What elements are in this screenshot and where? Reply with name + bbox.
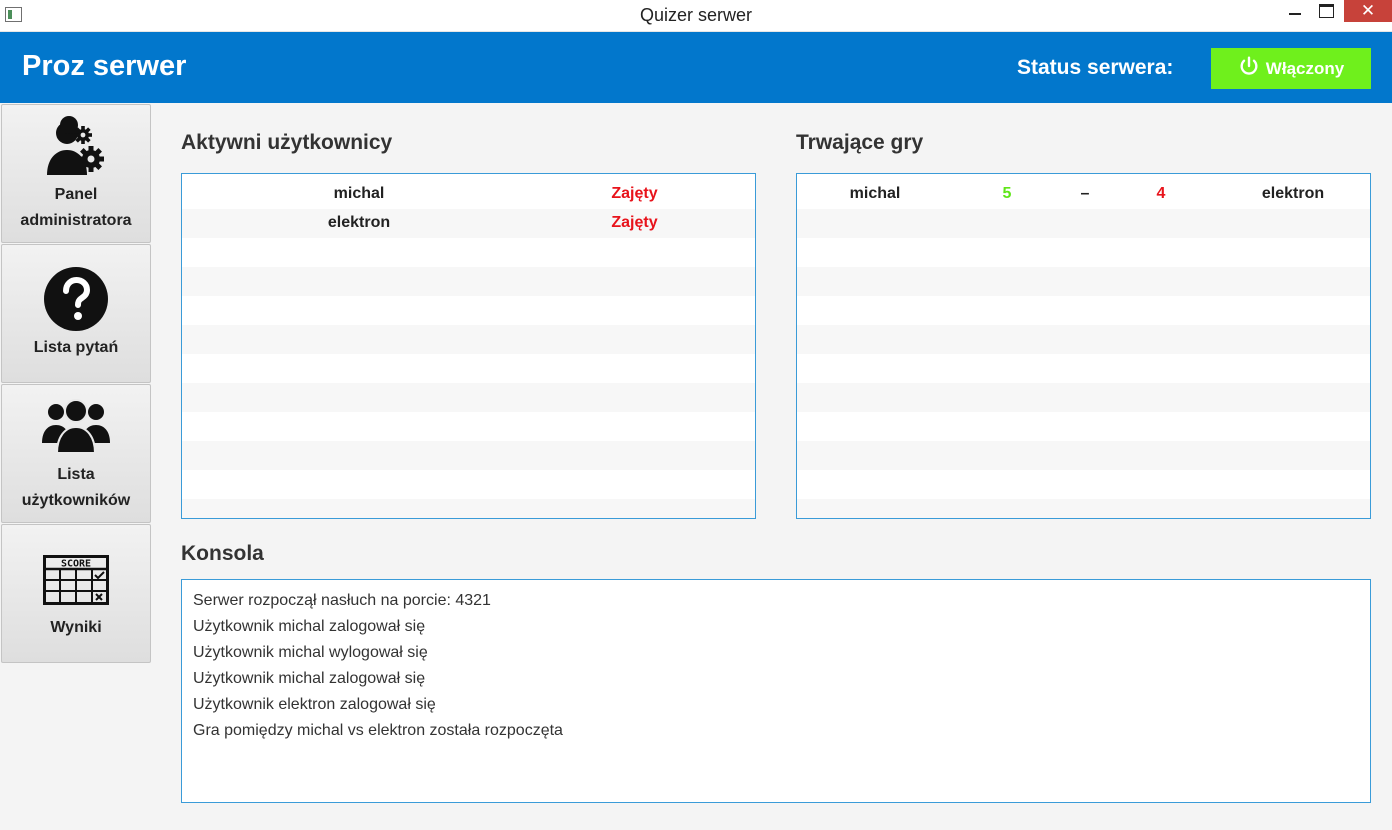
game-player2: elektron	[1261, 185, 1325, 202]
list-item-empty	[182, 238, 755, 267]
console-output[interactable]: Serwer rozpoczął nasłuch na porcie: 4321…	[181, 579, 1371, 803]
game-separator: –	[1080, 185, 1090, 202]
list-item-empty	[797, 383, 1370, 412]
list-item-empty	[182, 296, 755, 325]
users-icon	[2, 395, 150, 455]
list-item-empty	[797, 354, 1370, 383]
server-status-label: Status serwera:	[1017, 56, 1174, 79]
console-line: Użytkownik michal zalogował się	[193, 618, 426, 635]
user-name: elektron	[327, 214, 391, 231]
list-item-empty	[797, 238, 1370, 267]
user-name: michal	[333, 185, 385, 202]
active-users-title: Aktywni użytkownicy	[181, 131, 393, 154]
sidebar-item-label: Panel	[54, 186, 98, 203]
score-icon-text: SCORE	[61, 559, 91, 570]
power-icon	[1238, 55, 1260, 82]
game-score2: 4	[1156, 185, 1166, 202]
list-item-empty	[182, 499, 755, 518]
console-line: Gra pomiędzy michal vs elektron została …	[193, 722, 563, 739]
sidebar-item-users[interactable]: Lista użytkowników	[1, 384, 151, 523]
list-item-empty	[182, 470, 755, 499]
list-item-empty	[797, 412, 1370, 441]
list-item-empty	[797, 499, 1370, 518]
console-line: Użytkownik elektron zalogował się	[193, 696, 436, 713]
game-score1: 5	[1002, 185, 1012, 202]
user-status: Zajęty	[611, 185, 658, 202]
list-item[interactable]: michal Zajęty	[182, 180, 755, 209]
console-line: Użytkownik michal zalogował się	[193, 670, 426, 687]
close-button[interactable]: ✕	[1344, 0, 1392, 22]
list-item-empty	[797, 441, 1370, 470]
list-item-empty	[182, 383, 755, 412]
window-title: Quizer serwer	[639, 5, 753, 25]
list-item-empty	[182, 354, 755, 383]
list-item-empty	[797, 209, 1370, 238]
game-player1: michal	[849, 185, 901, 202]
console-line: Serwer rozpoczął nasłuch na porcie: 4321	[193, 592, 491, 609]
list-item-empty	[797, 267, 1370, 296]
user-status: Zajęty	[611, 214, 658, 231]
list-item-empty	[797, 296, 1370, 325]
sidebar-item-label: Wyniki	[50, 619, 102, 636]
app-header: Proz serwer Status serwera: Włączony	[0, 32, 1392, 103]
list-item-empty	[797, 470, 1370, 499]
games-list[interactable]: michal 5 – 4 elektron	[796, 173, 1371, 519]
sidebar-item-label: użytkowników	[21, 492, 131, 509]
sidebar-item-admin-panel[interactable]: Panel administratora	[1, 104, 151, 243]
active-users-list[interactable]: michal Zajęty elektron Zajęty	[181, 173, 756, 519]
list-item-empty	[182, 412, 755, 441]
server-toggle-button[interactable]: Włączony	[1211, 48, 1371, 89]
maximize-button[interactable]	[1313, 0, 1339, 22]
games-title: Trwające gry	[796, 131, 924, 154]
list-item[interactable]: michal 5 – 4 elektron	[797, 180, 1370, 209]
list-item-empty	[797, 325, 1370, 354]
question-icon	[2, 266, 150, 332]
sidebar-item-label: administratora	[20, 212, 132, 229]
sidebar-item-questions[interactable]: Lista pytań	[1, 244, 151, 383]
list-item-empty	[182, 441, 755, 470]
app-brand: Proz serwer	[22, 50, 187, 82]
server-toggle-label: Włączony	[1265, 58, 1345, 78]
score-icon: SCORE	[2, 555, 150, 605]
list-item[interactable]: elektron Zajęty	[182, 209, 755, 238]
minimize-button[interactable]	[1282, 0, 1308, 22]
window-titlebar: Quizer serwer ✕	[0, 0, 1392, 32]
console-title: Konsola	[181, 542, 264, 565]
admin-gear-icon	[2, 115, 150, 181]
list-item-empty	[182, 325, 755, 354]
sidebar-item-results[interactable]: SCORE Wyniki	[1, 524, 151, 663]
sidebar-item-label: Lista pytań	[33, 339, 119, 356]
list-item-empty	[182, 267, 755, 296]
console-line: Użytkownik michal wylogował się	[193, 644, 428, 661]
sidebar-item-label: Lista	[57, 466, 95, 483]
